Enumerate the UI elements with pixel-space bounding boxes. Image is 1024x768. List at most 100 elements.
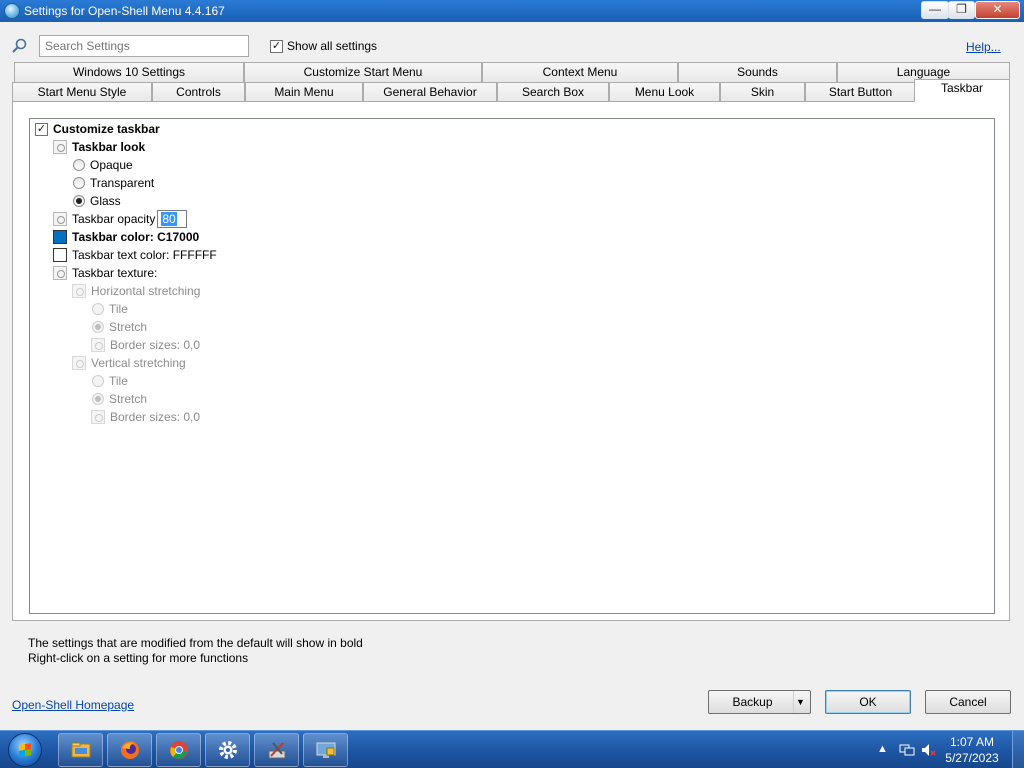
taskbar-text-color-item[interactable]: Taskbar text color: FFFFFF xyxy=(53,246,217,264)
radio-unselected-icon[interactable] xyxy=(73,177,85,189)
taskbar-tools[interactable] xyxy=(254,733,299,767)
horizontal-stretching-label: Horizontal stretching xyxy=(91,284,201,298)
tab-customize-start-menu[interactable]: Customize Start Menu xyxy=(244,62,482,82)
right-click-hint: Right-click on a setting for more functi… xyxy=(28,651,249,665)
taskbar-firefox[interactable] xyxy=(107,733,152,767)
glass-option[interactable]: Glass xyxy=(73,192,121,210)
open-shell-app-icon xyxy=(4,3,20,19)
taskbar-opacity-label: Taskbar opacity xyxy=(72,212,156,226)
start-button[interactable] xyxy=(8,733,42,767)
backup-button[interactable]: Backup ▼ xyxy=(708,690,811,714)
horizontal-tile-label: Tile xyxy=(109,302,128,316)
show-all-settings-checkbox[interactable]: ✓ Show all settings xyxy=(270,39,377,53)
setting-gear-icon xyxy=(53,266,67,280)
vertical-stretch-label: Stretch xyxy=(109,392,148,406)
taskbar-texture-item[interactable]: Taskbar texture: xyxy=(53,264,157,282)
customize-taskbar-item[interactable]: ✓ Customize taskbar xyxy=(35,120,160,138)
chrome-icon xyxy=(169,741,188,759)
tab-search-box[interactable]: Search Box xyxy=(497,82,609,102)
settings-tree[interactable]: ✓ Customize taskbar Taskbar look Opaque … xyxy=(29,118,995,614)
setting-gear-icon xyxy=(53,140,67,154)
dropdown-arrow-icon[interactable]: ▼ xyxy=(793,691,807,713)
transparent-option[interactable]: Transparent xyxy=(73,174,154,192)
taskbar-text-color-label: Taskbar text color: FFFFFF xyxy=(72,248,217,262)
window-title: Settings for Open-Shell Menu 4.4.167 xyxy=(24,4,225,18)
taskbar-remote-desktop[interactable] xyxy=(303,733,348,767)
opaque-option[interactable]: Opaque xyxy=(73,156,133,174)
radio-unselected-icon[interactable] xyxy=(73,159,85,171)
vertical-tile-option: Tile xyxy=(92,372,128,390)
tools-icon xyxy=(268,742,285,759)
gear-icon xyxy=(218,741,237,759)
setting-gear-icon xyxy=(72,284,86,298)
taskbar-clock[interactable]: 1:07 AM 5/27/2023 xyxy=(942,734,1002,766)
horizontal-stretching-item: Horizontal stretching xyxy=(72,282,200,300)
tab-taskbar[interactable]: Taskbar xyxy=(914,79,1010,102)
open-shell-homepage-link[interactable]: Open-Shell Homepage xyxy=(12,698,134,712)
tab-sounds[interactable]: Sounds xyxy=(678,62,837,82)
tab-windows-10-settings[interactable]: Windows 10 Settings xyxy=(14,62,244,82)
tab-start-menu-style[interactable]: Start Menu Style xyxy=(12,82,152,102)
vertical-stretch-option: Stretch xyxy=(92,390,147,408)
radio-selected-icon[interactable] xyxy=(73,195,85,207)
taskbar-settings[interactable] xyxy=(205,733,250,767)
tab-main-menu[interactable]: Main Menu xyxy=(245,82,363,102)
windows-taskbar: ▲ 1:07 AM 5/27/2023 xyxy=(0,730,1024,768)
opacity-value: 80 xyxy=(161,212,177,226)
taskbar-look-label: Taskbar look xyxy=(72,140,146,154)
tab-skin[interactable]: Skin xyxy=(720,82,805,102)
taskbar-look-item[interactable]: Taskbar look xyxy=(53,138,145,156)
search-input[interactable] xyxy=(39,35,249,57)
close-button[interactable]: ✕ xyxy=(975,1,1020,19)
volume-muted-icon[interactable] xyxy=(920,742,936,758)
bold-settings-hint: The settings that are modified from the … xyxy=(28,636,363,650)
cancel-button[interactable]: Cancel xyxy=(925,690,1011,714)
setting-gear-icon xyxy=(91,410,105,424)
vertical-border-sizes-item: Border sizes: 0,0 xyxy=(91,408,200,426)
vertical-tile-label: Tile xyxy=(109,374,128,388)
show-desktop-button[interactable] xyxy=(1012,731,1024,768)
vertical-border-sizes-label: Border sizes: 0,0 xyxy=(110,410,201,424)
tab-start-button[interactable]: Start Button xyxy=(805,82,916,102)
setting-gear-icon xyxy=(53,212,67,226)
network-icon[interactable] xyxy=(899,742,915,758)
glass-label: Glass xyxy=(90,194,121,208)
checkbox-checked-icon[interactable]: ✓ xyxy=(270,39,283,53)
monitor-icon xyxy=(316,742,335,758)
taskbar-chrome[interactable] xyxy=(156,733,201,767)
transparent-label: Transparent xyxy=(90,176,155,190)
taskbar-opacity-item[interactable]: Taskbar opacity 80 xyxy=(53,210,188,228)
tab-context-menu[interactable]: Context Menu xyxy=(482,62,678,82)
minimize-button[interactable]: — xyxy=(921,1,949,19)
checkbox-checked-icon[interactable]: ✓ xyxy=(35,122,48,136)
clock-time: 1:07 AM xyxy=(949,735,995,749)
horizontal-stretch-label: Stretch xyxy=(109,320,148,334)
tab-general-behavior[interactable]: General Behavior xyxy=(363,82,497,102)
vertical-stretching-item: Vertical stretching xyxy=(72,354,186,372)
vertical-stretching-label: Vertical stretching xyxy=(91,356,186,370)
tab-menu-look[interactable]: Menu Look xyxy=(609,82,720,102)
backup-button-label: Backup xyxy=(732,695,773,709)
radio-selected-icon xyxy=(92,321,104,333)
search-icon xyxy=(12,38,27,53)
setting-gear-icon xyxy=(91,338,105,352)
customize-taskbar-label: Customize taskbar xyxy=(53,122,160,136)
taskbar-color-swatch[interactable] xyxy=(53,230,67,244)
show-hidden-icons-arrow-icon[interactable]: ▲ xyxy=(877,743,888,755)
taskbar-color-label: Taskbar color: C17000 xyxy=(72,230,200,244)
taskbar-file-explorer[interactable] xyxy=(58,733,103,767)
taskbar-text-color-swatch[interactable] xyxy=(53,248,67,262)
tab-controls[interactable]: Controls xyxy=(152,82,245,102)
taskbar-color-item[interactable]: Taskbar color: C17000 xyxy=(53,228,199,246)
taskbar-opacity-input[interactable]: 80 xyxy=(157,210,188,228)
settings-window: ✓ Show all settings Help... Windows 10 S… xyxy=(0,22,1024,730)
taskbar-texture-label: Taskbar texture: xyxy=(72,266,158,280)
opaque-label: Opaque xyxy=(90,158,133,172)
radio-unselected-icon xyxy=(92,375,104,387)
show-all-settings-label: Show all settings xyxy=(287,39,378,53)
title-bar: Settings for Open-Shell Menu 4.4.167 — ❐… xyxy=(0,0,1024,22)
horizontal-border-sizes-label: Border sizes: 0,0 xyxy=(110,338,201,352)
ok-button[interactable]: OK xyxy=(825,690,911,714)
maximize-button[interactable]: ❐ xyxy=(948,1,975,19)
help-link[interactable]: Help... xyxy=(966,40,1001,54)
